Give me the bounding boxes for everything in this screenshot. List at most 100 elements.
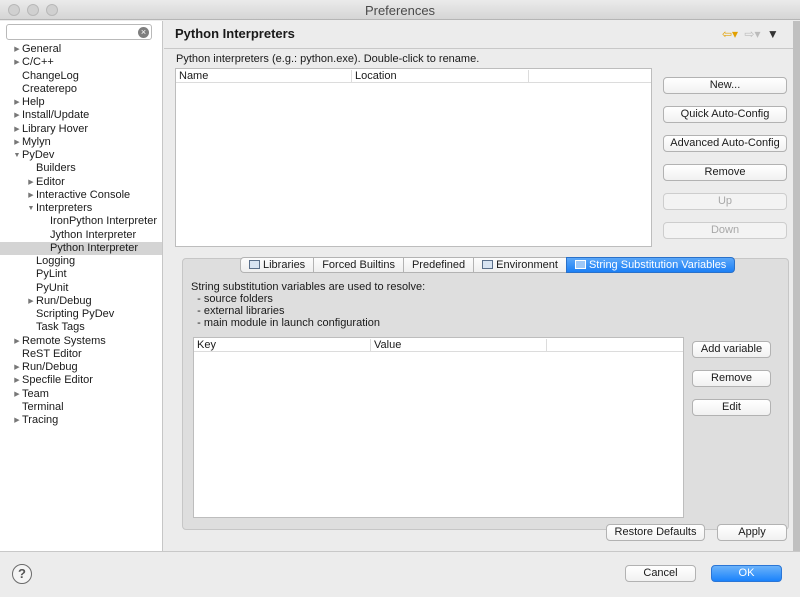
help-icon[interactable]: ?: [12, 564, 32, 584]
tree-item-label: ReST Editor: [22, 347, 82, 360]
tree-item-label: Interactive Console: [36, 188, 131, 201]
expanded-arrow-icon[interactable]: ▼: [27, 202, 35, 215]
add-variable-button[interactable]: Add variable: [692, 341, 771, 358]
navigation-arrows: ⇦▾ ⇨▾ ▼: [722, 27, 792, 41]
tree-item-label: Tracing: [22, 414, 59, 426]
tree-item[interactable]: Python Interpreter: [0, 241, 162, 255]
collapsed-arrow-icon[interactable]: ▶: [13, 43, 21, 56]
tree-item[interactable]: Scripting PyDev: [0, 308, 162, 321]
tab-label: Forced Builtins: [322, 259, 395, 271]
page-title: Python Interpreters: [175, 26, 295, 41]
ssv-description-line: - external libraries: [191, 305, 285, 317]
collapsed-arrow-icon[interactable]: ▶: [13, 361, 21, 374]
collapsed-arrow-icon[interactable]: ▶: [27, 189, 35, 202]
tree-item[interactable]: Jython Interpreter: [0, 229, 162, 242]
column-header-key[interactable]: Key: [194, 339, 216, 351]
view-menu-icon[interactable]: ▼: [767, 27, 779, 41]
tree-item-label: PyLint: [36, 268, 67, 281]
tab-label: Predefined: [411, 259, 466, 271]
tab-forced-builtins[interactable]: Forced Builtins: [313, 257, 403, 273]
tree-item[interactable]: PyUnit: [0, 282, 162, 295]
tree-item[interactable]: ReST Editor: [0, 348, 162, 361]
collapsed-arrow-icon[interactable]: ▶: [13, 96, 21, 109]
collapsed-arrow-icon[interactable]: ▶: [13, 335, 21, 348]
tree-item[interactable]: ▶ Help: [0, 96, 162, 109]
tree-item[interactable]: ▶ Specfile Editor: [0, 374, 162, 387]
filter-input[interactable]: [6, 24, 152, 40]
tree-item[interactable]: IronPython Interpreter: [0, 215, 162, 228]
edit-variable-button[interactable]: Edit: [692, 399, 771, 416]
tree-item[interactable]: ▼ Interpreters: [0, 202, 162, 215]
quick-auto-config-button[interactable]: Quick Auto-Config: [663, 106, 787, 123]
move-up-button[interactable]: Up: [663, 193, 787, 210]
cancel-button[interactable]: Cancel: [625, 565, 696, 582]
collapsed-arrow-icon[interactable]: ▶: [13, 136, 21, 149]
divider: [164, 48, 800, 49]
tree-item[interactable]: ▶ Library Hover: [0, 123, 162, 136]
collapsed-arrow-icon[interactable]: ▶: [13, 374, 21, 387]
tree-item-label: ChangeLog: [22, 69, 79, 82]
tree-item[interactable]: ▶ Interactive Console: [0, 189, 162, 202]
tree-item[interactable]: ▶ Run/Debug: [0, 295, 162, 308]
collapsed-arrow-icon[interactable]: ▶: [27, 295, 35, 308]
new-interpreter-button[interactable]: New...: [663, 77, 787, 94]
tab-label: Libraries: [263, 259, 306, 271]
tree-item-label: Terminal: [22, 400, 64, 413]
tree-item-label: Run/Debug: [22, 361, 78, 373]
tree-item[interactable]: ▶ C/C++: [0, 56, 162, 69]
remove-variable-button[interactable]: Remove: [692, 370, 771, 387]
column-header-value[interactable]: Value: [371, 339, 401, 351]
tree-item-label: General: [22, 43, 62, 55]
tab-environment[interactable]: Environment: [473, 257, 566, 273]
collapsed-arrow-icon[interactable]: ▶: [13, 109, 21, 122]
tab-predefined[interactable]: Predefined: [402, 257, 474, 273]
collapsed-arrow-icon[interactable]: ▶: [13, 123, 21, 136]
forward-arrow-icon[interactable]: ⇨▾: [744, 27, 760, 41]
tree-item[interactable]: Createrepo: [0, 83, 162, 96]
restore-defaults-button[interactable]: Restore Defaults: [606, 524, 705, 541]
ok-button[interactable]: OK: [711, 565, 782, 582]
tree-item-label: Createrepo: [22, 82, 78, 95]
column-header-location[interactable]: Location: [352, 70, 397, 82]
expanded-arrow-icon[interactable]: ▼: [13, 149, 21, 162]
tree-item-label: Team: [22, 387, 49, 400]
tab-string-substitution-variables[interactable]: String Substitution Variables: [565, 257, 736, 273]
tree-item[interactable]: ▶ Editor: [0, 176, 162, 189]
interpreters-table[interactable]: Name Location: [175, 68, 652, 247]
column-header-name[interactable]: Name: [176, 70, 208, 82]
tab-libraries[interactable]: Libraries: [240, 257, 314, 273]
tree-item[interactable]: Logging: [0, 255, 162, 268]
tree-item[interactable]: PyLint: [0, 268, 162, 281]
tree-item[interactable]: ▼ PyDev: [0, 149, 162, 162]
tree-item[interactable]: Builders: [0, 162, 162, 175]
tree-item[interactable]: ▶ Run/Debug: [0, 361, 162, 374]
tree-item-label: Editor: [36, 175, 65, 188]
tree-item[interactable]: ▶ Remote Systems: [0, 335, 162, 348]
tree-item-label: PyDev: [22, 149, 55, 161]
collapsed-arrow-icon[interactable]: ▶: [13, 414, 21, 427]
libraries-icon: [249, 260, 260, 269]
clear-filter-icon[interactable]: ×: [138, 27, 149, 38]
variables-table[interactable]: Key Value: [193, 337, 684, 518]
tree-item-label: Logging: [36, 255, 76, 267]
tree-item[interactable]: ▶ Install/Update: [0, 109, 162, 122]
advanced-auto-config-button[interactable]: Advanced Auto-Config: [663, 135, 787, 152]
tree-item-label: Python Interpreter: [50, 241, 139, 254]
tree-item[interactable]: ▶ Tracing: [0, 414, 162, 427]
collapsed-arrow-icon[interactable]: ▶: [13, 56, 21, 69]
remove-interpreter-button[interactable]: Remove: [663, 164, 787, 181]
tree-item[interactable]: ▶ Mylyn: [0, 136, 162, 149]
ssv-description-line: - source folders: [191, 293, 273, 305]
collapsed-arrow-icon[interactable]: ▶: [13, 388, 21, 401]
move-down-button[interactable]: Down: [663, 222, 787, 239]
tree-item[interactable]: Task Tags: [0, 321, 162, 334]
tree-item[interactable]: ▶ Team: [0, 388, 162, 401]
tree-item[interactable]: ChangeLog: [0, 70, 162, 83]
window-edge: [793, 21, 800, 551]
tree-item[interactable]: Terminal: [0, 401, 162, 414]
tree-item[interactable]: ▶ General: [0, 43, 162, 56]
apply-button[interactable]: Apply: [717, 524, 787, 541]
back-arrow-icon[interactable]: ⇦▾: [722, 27, 738, 41]
collapsed-arrow-icon[interactable]: ▶: [27, 176, 35, 189]
tree-item-label: Interpreters: [36, 202, 93, 214]
